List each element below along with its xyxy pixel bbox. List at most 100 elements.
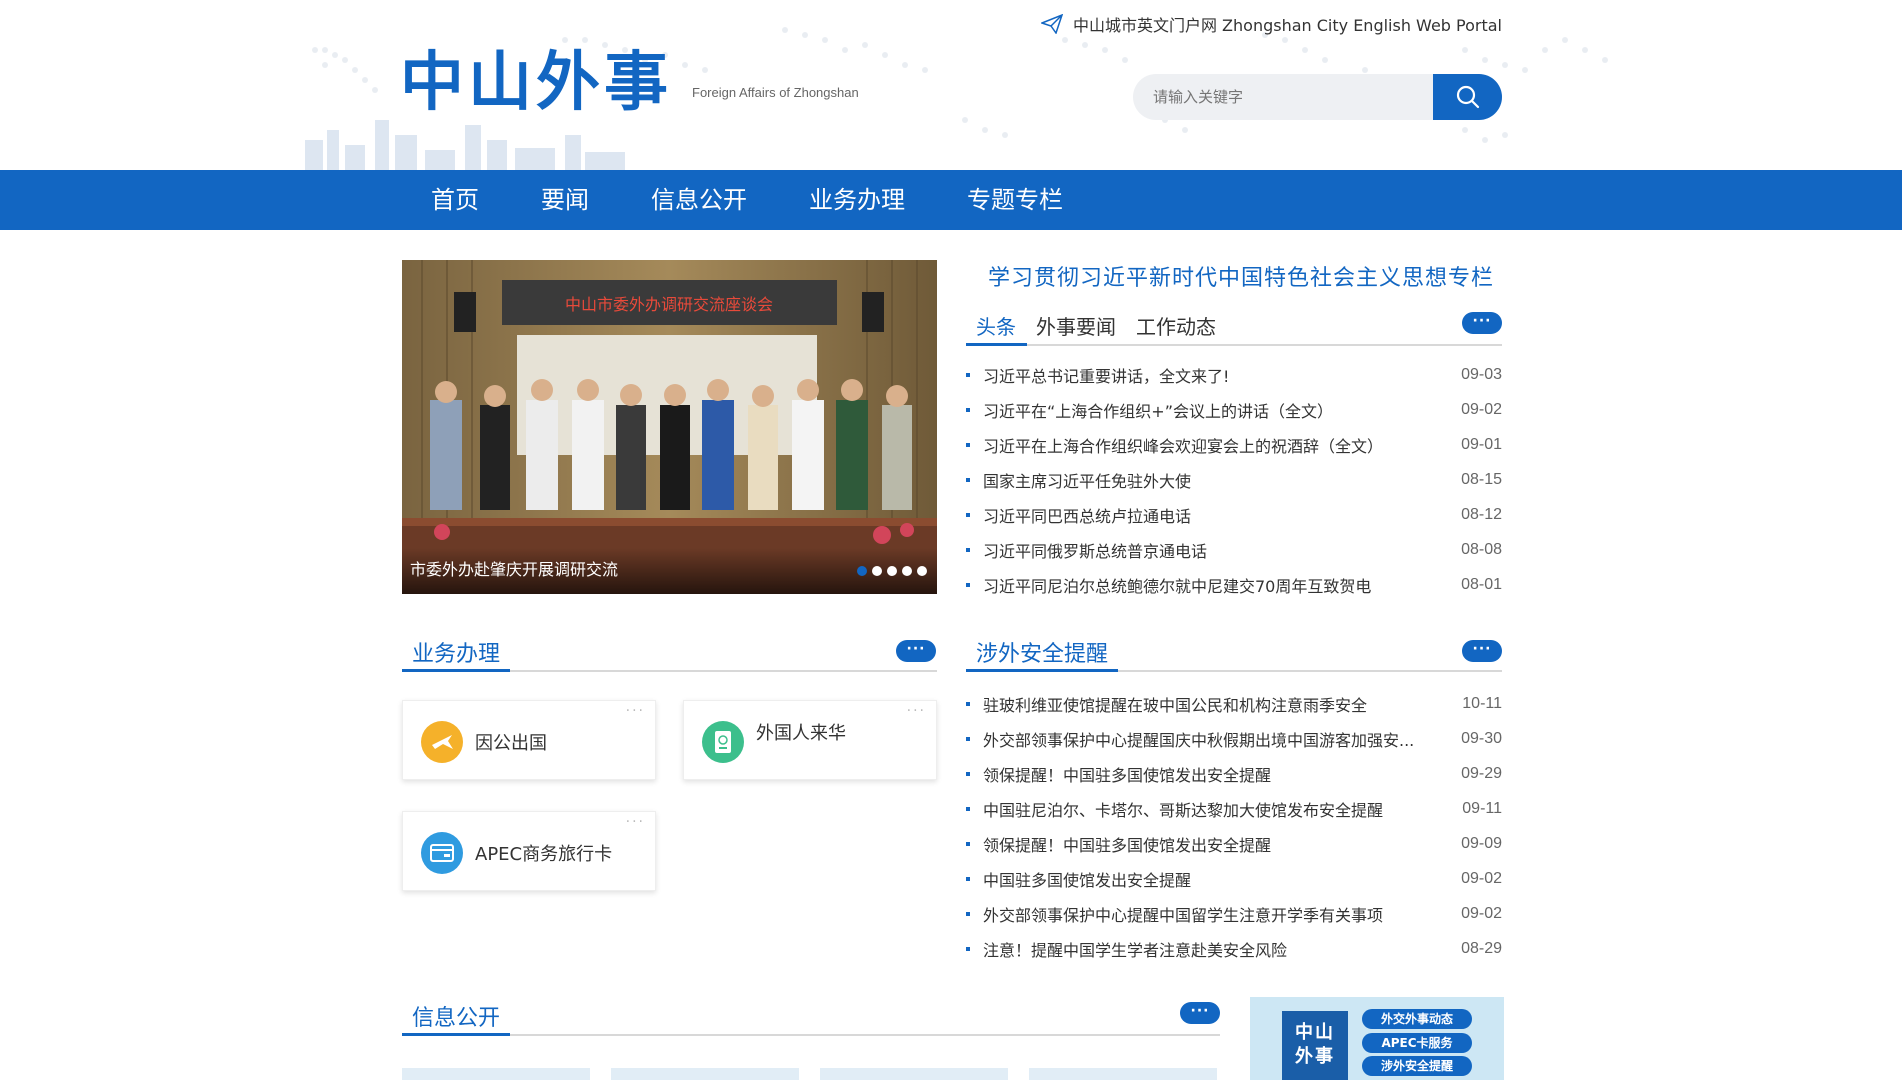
news-carousel[interactable]: 中山市委外办调研交流座谈会 市委外办赴肇庆开展调研交流	[402, 260, 937, 594]
promo-pill: 涉外安全提醒	[1362, 1056, 1472, 1076]
promo-pill: 外交外事动态	[1362, 1009, 1472, 1029]
bullet-icon	[966, 582, 970, 587]
info-card[interactable]	[611, 1068, 799, 1080]
list-item[interactable]: 中国驻尼泊尔、卡塔尔、哥斯达黎加大使馆发布安全提醒 09-11	[966, 791, 1502, 826]
section-underline	[402, 669, 510, 672]
english-portal-link[interactable]: 中山城市英文门户网 Zhongshan City English Web Por…	[1040, 12, 1502, 36]
bullet-icon	[966, 701, 970, 706]
list-item[interactable]: 习近平同尼泊尔总统鲍德尔就中尼建交70周年互致贺电 08-01	[966, 567, 1502, 602]
info-card[interactable]	[1029, 1068, 1217, 1080]
carousel-dot[interactable]	[902, 566, 912, 576]
bullet-icon	[966, 806, 970, 811]
list-item[interactable]: 中国驻多国使馆发出安全提醒 09-02	[966, 861, 1502, 896]
list-item[interactable]: 习近平在上海合作组织峰会欢迎宴会上的祝酒辞（全文） 09-01	[966, 427, 1502, 462]
list-item[interactable]: 领保提醒！中国驻多国使馆发出安全提醒 09-29	[966, 756, 1502, 791]
carousel-dots	[857, 566, 927, 576]
promo-banner[interactable]: 中山 外事 外交外事动态 APEC卡服务 涉外安全提醒	[1250, 997, 1504, 1080]
promo-logo: 中山 外事	[1282, 1011, 1348, 1080]
search-box	[1133, 74, 1502, 120]
bullet-icon	[966, 876, 970, 881]
carousel-caption[interactable]: 市委外办赴肇庆开展调研交流	[410, 556, 618, 580]
info-section-title[interactable]: 信息公开	[412, 1000, 500, 1032]
search-input[interactable]	[1133, 74, 1433, 120]
safety-more-button[interactable]: ···	[1462, 640, 1502, 662]
service-card-apec-card[interactable]: ··· APEC商务旅行卡	[402, 811, 656, 891]
list-item[interactable]: 驻玻利维亚使馆提醒在玻中国公民和机构注意雨季安全 10-11	[966, 686, 1502, 721]
site-logo[interactable]: 中山外事 Foreign Affairs of Zhongshan	[400, 46, 859, 120]
nav-info-disclosure[interactable]: 信息公开	[620, 170, 778, 230]
info-card[interactable]	[402, 1068, 590, 1080]
services-section-title[interactable]: 业务办理	[412, 636, 500, 668]
list-item[interactable]: 外交部领事保护中心提醒国庆中秋假期出境中国游客加强安... 09-30	[966, 721, 1502, 756]
site-header: 中山城市英文门户网 Zhongshan City English Web Por…	[0, 0, 1902, 170]
services-section-header: 业务办理 ···	[402, 632, 937, 672]
service-card-label: 外国人来华	[756, 723, 846, 744]
service-card-foreigners-visit[interactable]: ··· 外国人来华	[683, 700, 937, 780]
info-card[interactable]	[820, 1068, 1008, 1080]
english-portal-label[interactable]: 中山城市英文门户网 Zhongshan City English Web Por…	[1073, 12, 1502, 36]
card-icon	[421, 832, 463, 874]
safety-section-title[interactable]: 涉外安全提醒	[976, 636, 1108, 668]
carousel-dot[interactable]	[872, 566, 882, 576]
info-cards-row	[402, 1068, 1217, 1080]
carousel-dot[interactable]	[917, 566, 927, 576]
bullet-icon	[966, 512, 970, 517]
bullet-icon	[966, 407, 970, 412]
safety-news-list: 驻玻利维亚使馆提醒在玻中国公民和机构注意雨季安全 10-11 外交部领事保护中心提…	[966, 686, 1502, 966]
info-more-button[interactable]: ···	[1180, 1002, 1220, 1024]
logo-title: 中山外事	[400, 46, 672, 120]
list-item[interactable]: 习近平总书记重要讲话，全文来了! 09-03	[966, 357, 1502, 392]
bullet-icon	[966, 442, 970, 447]
bullet-icon	[966, 477, 970, 482]
nav-home[interactable]: 首页	[400, 170, 510, 230]
section-underline	[402, 1033, 510, 1036]
search-button[interactable]	[1433, 74, 1502, 120]
bullet-icon	[966, 946, 970, 951]
carousel-dot[interactable]	[857, 566, 867, 576]
card-more-icon: ···	[625, 814, 645, 830]
list-item[interactable]: 习近平同俄罗斯总统普京通电话 08-08	[966, 532, 1502, 567]
carousel-dot[interactable]	[887, 566, 897, 576]
bullet-icon	[966, 547, 970, 552]
service-card-label: APEC商务旅行卡	[475, 844, 613, 865]
logo-subtitle: Foreign Affairs of Zhongshan	[692, 85, 859, 100]
list-item[interactable]: 国家主席习近平任免驻外大使 08-15	[966, 462, 1502, 497]
list-item[interactable]: 外交部领事保护中心提醒中国留学生注意开学季有关事项 09-02	[966, 896, 1502, 931]
bullet-icon	[966, 736, 970, 741]
card-more-icon: ···	[625, 703, 645, 719]
main-nav: 首页 要闻 信息公开 业务办理 专题专栏	[0, 170, 1902, 230]
tab-work-updates[interactable]: 工作动态	[1136, 311, 1216, 340]
nav-special-topics[interactable]: 专题专栏	[936, 170, 1094, 230]
carousel-photo: 中山市委外办调研交流座谈会	[402, 260, 937, 594]
info-section-header: 信息公开 ···	[402, 996, 1220, 1036]
paper-plane-icon	[1040, 14, 1063, 34]
bullet-icon	[966, 771, 970, 776]
tab-foreign-affairs-news[interactable]: 外事要闻	[1036, 311, 1116, 340]
services-more-button[interactable]: ···	[896, 640, 936, 662]
plane-icon	[421, 721, 463, 763]
featured-more-button[interactable]: ···	[1462, 312, 1502, 334]
nav-news[interactable]: 要闻	[510, 170, 620, 230]
nav-services[interactable]: 业务办理	[778, 170, 936, 230]
carousel-banner-text: 中山市委外办调研交流座谈会	[565, 295, 773, 314]
tab-headlines[interactable]: 头条	[976, 311, 1016, 340]
list-item[interactable]: 习近平在“上海合作组织+”会议上的讲话（全文） 09-02	[966, 392, 1502, 427]
list-item[interactable]: 习近平同巴西总统卢拉通电话 08-12	[966, 497, 1502, 532]
passport-icon	[702, 721, 744, 763]
section-underline	[966, 669, 1118, 672]
list-item[interactable]: 领保提醒！中国驻多国使馆发出安全提醒 09-09	[966, 826, 1502, 861]
card-more-icon: ···	[906, 703, 926, 719]
news-tabs: 头条 外事要闻 工作动态 ···	[966, 306, 1502, 346]
active-tab-underline	[966, 343, 1027, 346]
special-column-title[interactable]: 学习贯彻习近平新时代中国特色社会主义思想专栏	[988, 260, 1494, 292]
service-card-official-travel[interactable]: ··· 因公出国	[402, 700, 656, 780]
safety-section-header: 涉外安全提醒 ···	[966, 632, 1502, 672]
bullet-icon	[966, 841, 970, 846]
featured-news-list: 习近平总书记重要讲话，全文来了! 09-03 习近平在“上海合作组织+”会议上的讲…	[966, 357, 1502, 602]
bullet-icon	[966, 911, 970, 916]
list-item[interactable]: 注意！提醒中国学生学者注意赴美安全风险 08-29	[966, 931, 1502, 966]
promo-pill: APEC卡服务	[1362, 1033, 1472, 1053]
service-card-label: 因公出国	[475, 733, 547, 754]
search-icon	[1456, 85, 1479, 109]
bullet-icon	[966, 372, 970, 377]
